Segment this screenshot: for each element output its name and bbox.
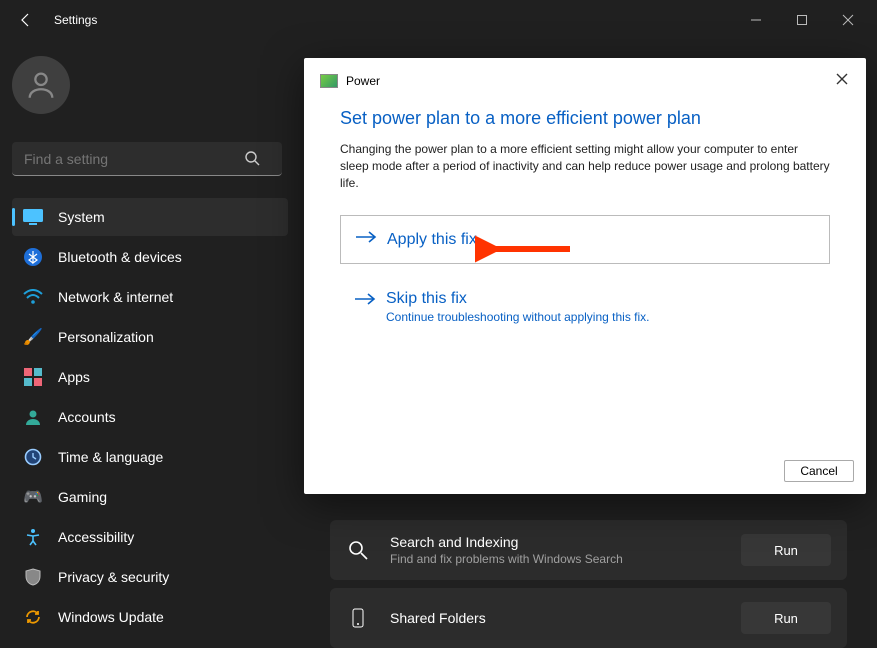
sidebar-item-gaming[interactable]: 🎮 Gaming (12, 478, 288, 516)
sidebar-item-label: Personalization (58, 329, 154, 345)
sidebar-item-accounts[interactable]: Accounts (12, 398, 288, 436)
avatar[interactable] (12, 56, 70, 114)
gamepad-icon: 🎮 (22, 486, 44, 508)
ts-title: Search and Indexing (390, 534, 741, 550)
sidebar-item-personalization[interactable]: 🖌️ Personalization (12, 318, 288, 356)
update-icon (22, 606, 44, 628)
apply-fix-option[interactable]: Apply this fix (340, 215, 830, 264)
sidebar-item-label: System (58, 209, 105, 225)
search-icon (244, 150, 260, 171)
sidebar-item-label: Bluetooth & devices (58, 249, 182, 265)
bluetooth-icon (22, 246, 44, 268)
search-icon (346, 538, 370, 562)
run-button[interactable]: Run (741, 602, 831, 634)
sidebar: System Bluetooth & devices Network & int… (0, 40, 300, 628)
wifi-icon (22, 286, 44, 308)
sidebar-item-label: Privacy & security (58, 569, 169, 585)
maximize-button[interactable] (779, 0, 825, 40)
apply-fix-label: Apply this fix (387, 231, 477, 249)
cancel-button[interactable]: Cancel (784, 460, 854, 482)
dialog-tool-title: Power (346, 74, 380, 88)
sidebar-item-system[interactable]: System (12, 198, 288, 236)
troubleshoot-row-shared[interactable]: Shared Folders Run (330, 588, 847, 648)
folder-icon (346, 606, 370, 630)
system-icon (22, 206, 44, 228)
sidebar-item-privacy[interactable]: Privacy & security (12, 558, 288, 596)
ts-subtitle: Find and fix problems with Windows Searc… (390, 552, 741, 566)
sidebar-item-label: Windows Update (58, 609, 164, 625)
troubleshooter-dialog: Power Set power plan to a more efficient… (304, 58, 866, 494)
arrow-right-icon (354, 290, 376, 313)
search-input[interactable] (12, 142, 282, 176)
sidebar-item-label: Time & language (58, 449, 163, 465)
brush-icon: 🖌️ (22, 326, 44, 348)
shield-icon (22, 566, 44, 588)
sidebar-item-bluetooth[interactable]: Bluetooth & devices (12, 238, 288, 276)
sidebar-item-accessibility[interactable]: Accessibility (12, 518, 288, 556)
apps-icon (22, 366, 44, 388)
back-button[interactable] (6, 0, 46, 40)
sidebar-item-label: Accessibility (58, 529, 134, 545)
troubleshoot-row-search[interactable]: Search and Indexing Find and fix problem… (330, 520, 847, 580)
person-icon (22, 406, 44, 428)
sidebar-item-network[interactable]: Network & internet (12, 278, 288, 316)
skip-fix-label: Skip this fix (386, 290, 650, 308)
sidebar-item-label: Apps (58, 369, 90, 385)
minimize-button[interactable] (733, 0, 779, 40)
sidebar-item-apps[interactable]: Apps (12, 358, 288, 396)
sidebar-item-label: Gaming (58, 489, 107, 505)
skip-fix-sublabel: Continue troubleshooting without applyin… (386, 310, 650, 324)
dialog-close-button[interactable] (828, 68, 856, 94)
arrow-right-icon (355, 228, 377, 251)
sidebar-item-label: Accounts (58, 409, 116, 425)
clock-icon (22, 446, 44, 468)
app-title: Settings (54, 13, 97, 27)
close-button[interactable] (825, 0, 871, 40)
run-button[interactable]: Run (741, 534, 831, 566)
sidebar-item-update[interactable]: Windows Update (12, 598, 288, 636)
power-icon (320, 74, 338, 88)
accessibility-icon (22, 526, 44, 548)
sidebar-item-time[interactable]: Time & language (12, 438, 288, 476)
titlebar: Settings (0, 0, 877, 40)
skip-fix-option[interactable]: Skip this fix Continue troubleshooting w… (340, 278, 830, 336)
sidebar-item-label: Network & internet (58, 289, 173, 305)
dialog-description: Changing the power plan to a more effici… (340, 141, 830, 191)
dialog-heading: Set power plan to a more efficient power… (340, 108, 830, 129)
ts-title: Shared Folders (390, 610, 741, 626)
